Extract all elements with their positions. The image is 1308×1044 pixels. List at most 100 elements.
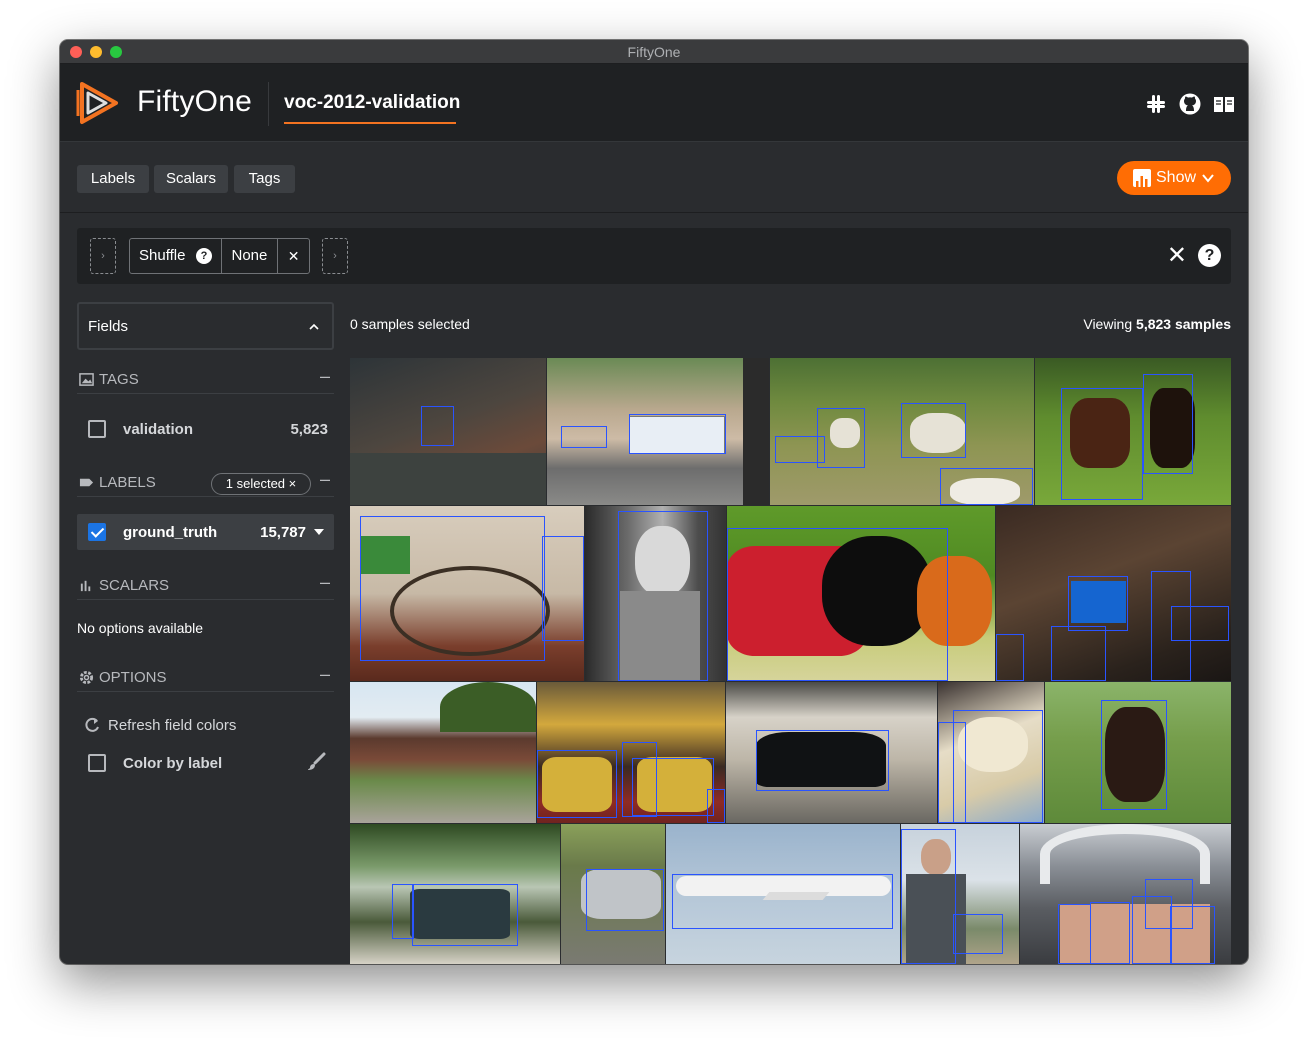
detection-box [629,414,726,454]
sample-thumbnail[interactable] [996,506,1231,681]
add-stage-right-button[interactable]: › [322,238,348,274]
sample-thumbnail[interactable] [350,358,546,505]
help-circle-icon[interactable]: ? [196,248,212,264]
sample-thumbnail[interactable] [770,358,1034,505]
dataset-selector[interactable]: voc-2012-validation [284,92,460,114]
github-icon[interactable] [1178,92,1202,116]
stage-close-icon[interactable]: ✕ [278,239,309,273]
help-icon[interactable]: ? [1198,244,1221,267]
detection-box [412,884,518,946]
options-title: OPTIONS [99,669,167,686]
thumb-bg [350,453,546,505]
sample-thumbnail[interactable] [938,682,1044,823]
brand-name: FiftyOne [137,85,252,118]
tags-title: TAGS [99,371,139,388]
collapse-icon[interactable]: – [320,366,330,387]
sample-thumbnail[interactable] [666,824,900,964]
detection-box [1068,576,1128,631]
sample-thumbnail[interactable] [726,682,937,823]
label-row-ground-truth[interactable]: ground_truth 15,787 [77,514,334,550]
window-titlebar: FiftyOne [60,40,1248,64]
sample-thumbnail[interactable] [350,506,584,681]
stage-name[interactable]: Shuffle ? [130,239,221,273]
labels-title: LABELS [99,474,156,491]
detection-box [618,511,708,681]
tags-section-header[interactable]: TAGS – [77,364,334,394]
detection-box [421,406,454,446]
sample-thumbnail[interactable] [350,682,536,823]
scalars-empty-text: No options available [77,620,204,636]
detection-box [953,914,1003,954]
sample-thumbnail[interactable] [727,506,995,681]
sidebar: Fields TAGS – validation 5,823 LABELS 1 … [77,302,334,902]
show-label: Show [1156,169,1197,186]
detection-box [1090,902,1130,964]
sample-grid [350,358,1231,964]
sample-thumbnail[interactable] [1035,358,1231,505]
sample-thumbnail[interactable] [1020,824,1231,964]
tag-name: validation [123,421,194,438]
view-stage[interactable]: Shuffle ? None ✕ [129,238,310,274]
tag-label-icon [79,475,94,494]
refresh-icon [83,716,101,738]
thumb-tree [440,682,536,732]
detection-box [392,884,414,939]
collapse-icon[interactable]: – [320,469,330,490]
view-bar: › Shuffle ? None ✕ › ✕ ? [77,228,1231,284]
sample-thumbnail[interactable] [547,358,769,505]
fields-dropdown[interactable]: Fields [77,302,334,350]
caret-down-icon[interactable] [314,529,324,535]
color-by-label-row[interactable]: Color by label [77,746,334,780]
refresh-field-colors-button[interactable]: Refresh field colors [83,715,323,739]
detection-box [953,710,1043,823]
collapse-icon[interactable]: – [320,572,330,593]
detection-box [938,722,966,823]
collapse-icon[interactable]: – [320,664,330,685]
detection-box [1145,879,1193,929]
detection-box [756,730,889,791]
sample-thumbnail[interactable] [901,824,1019,964]
tag-count: 5,823 [290,421,328,438]
stage-param[interactable]: None [222,239,277,273]
detection-box [672,874,893,929]
header-divider [268,82,269,126]
tag-checkbox[interactable] [88,420,106,438]
viewing-prefix: Viewing [1083,316,1137,332]
add-stage-left-button[interactable]: › [90,238,116,274]
scalars-section-header[interactable]: SCALARS – [77,570,334,600]
sample-thumbnail[interactable] [1045,682,1231,823]
label-checkbox[interactable] [88,523,106,541]
selected-labels-pill[interactable]: 1 selected × [211,473,311,495]
chevron-down-icon [1201,161,1215,198]
color-by-label-text: Color by label [123,755,223,772]
tab-scalars[interactable]: Scalars [154,165,228,193]
options-section-header[interactable]: OPTIONS – [77,662,334,692]
stage-name-label: Shuffle [139,247,186,264]
sample-thumbnail[interactable] [350,824,560,964]
sample-thumbnail[interactable] [561,824,665,964]
detection-box [707,789,725,823]
tab-tags[interactable]: Tags [234,165,295,193]
sample-thumbnail[interactable] [585,506,726,681]
detection-box [1051,626,1106,681]
color-by-label-checkbox[interactable] [88,754,106,772]
tab-labels[interactable]: Labels [77,165,149,193]
header-icons [1144,92,1236,116]
label-count: 15,787 [260,524,306,541]
docs-book-icon[interactable] [1212,92,1236,116]
clear-view-icon[interactable]: ✕ [1167,242,1187,270]
detection-box [1058,904,1091,964]
tag-row-validation[interactable]: validation 5,823 [77,412,334,446]
app-header: FiftyOne voc-2012-validation [60,64,1248,142]
thumb-sign [743,358,769,505]
sample-thumbnail[interactable] [537,682,725,823]
dataset-underline [284,122,456,124]
detection-box [727,528,948,681]
show-plots-button[interactable]: Show [1117,161,1231,195]
slack-icon[interactable] [1144,92,1168,116]
labels-section-header[interactable]: LABELS 1 selected × – [77,467,334,497]
samples-selected: 0 samples selected [350,316,470,332]
paint-brush-icon[interactable] [306,752,326,776]
fiftyone-logo-icon[interactable] [76,80,122,126]
detection-box [360,516,545,661]
